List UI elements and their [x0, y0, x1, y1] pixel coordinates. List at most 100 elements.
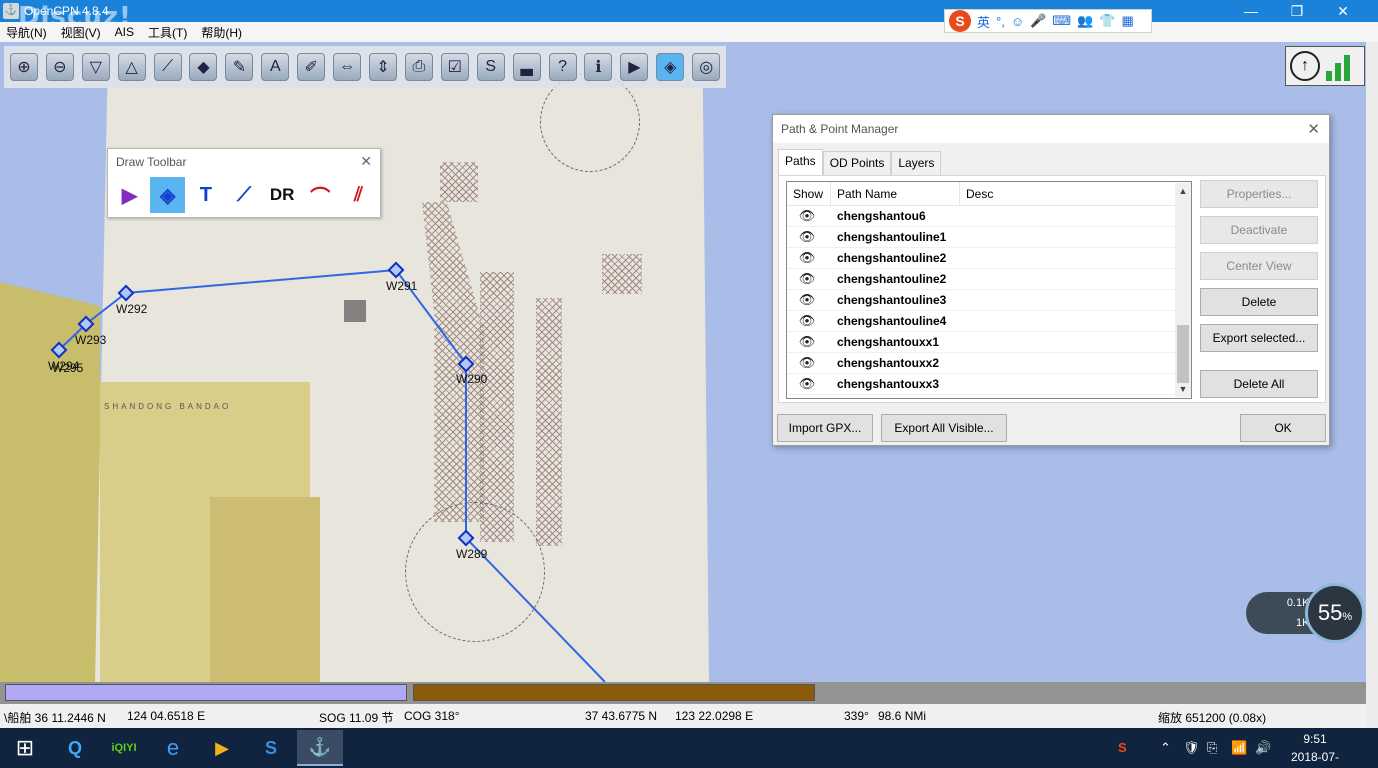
list-row[interactable]: 👁 chengshantouline1 — [787, 227, 1191, 248]
list-row[interactable]: 👁 chengshantouxx3 — [787, 374, 1191, 395]
taskbar-ie-icon[interactable]: e — [150, 730, 196, 766]
scroll-v-button[interactable]: ⇕ — [367, 50, 399, 84]
create-route-button[interactable]: ⟋ — [152, 50, 184, 84]
taskbar-search-icon[interactable]: Q — [52, 730, 98, 766]
text-button[interactable]: A — [259, 50, 291, 84]
zoom-out-button[interactable]: ⊖ — [44, 50, 76, 84]
zoom-in-button[interactable]: ⊕ — [8, 50, 40, 84]
play-button[interactable]: ▶ — [618, 50, 650, 84]
list-row[interactable]: 👁 chengshantouline2 — [787, 248, 1191, 269]
options-button[interactable]: ✎ — [223, 50, 255, 84]
guard-zone-tool-button[interactable]: ⌒ — [303, 177, 338, 213]
dr-tool-button[interactable]: DR — [265, 177, 300, 213]
status-compass[interactable]: ↑ — [1285, 46, 1365, 86]
tray-wifi-icon[interactable]: 📶 — [1231, 740, 1247, 756]
column-show[interactable]: Show — [787, 182, 831, 205]
memory-usage-ring[interactable]: 55% — [1305, 583, 1365, 643]
mark-button[interactable]: ✐ — [295, 50, 327, 84]
taskbar-player-icon[interactable]: ▶ — [199, 730, 245, 766]
taskbar-opencpn-icon[interactable]: ⚓ — [297, 730, 343, 766]
ime-menu-icon[interactable]: ▦ — [1121, 13, 1133, 29]
eye-icon[interactable]: 👁 — [787, 313, 827, 329]
delete-button[interactable]: Delete — [1200, 288, 1318, 316]
column-desc[interactable]: Desc — [960, 182, 1175, 205]
center-view-button[interactable]: Center View — [1200, 252, 1318, 280]
eye-icon[interactable]: 👁 — [787, 208, 827, 224]
list-row[interactable]: 👁 chengshantouline4 — [787, 311, 1191, 332]
ime-user-icon[interactable]: 👥 — [1077, 13, 1093, 29]
help-button[interactable]: ? — [547, 50, 579, 84]
tray-network-icon[interactable]: ⎘ — [1207, 740, 1217, 756]
ime-emoji-icon[interactable]: ☺ — [1011, 14, 1024, 29]
list-scrollbar[interactable]: ▲ ▼ — [1175, 183, 1191, 397]
eye-icon[interactable]: 👁 — [787, 355, 827, 371]
paths-list[interactable]: Show Path Name Desc 👁 chengshantou6 👁 chen… — [786, 181, 1192, 399]
menu-help[interactable]: 帮助(H) — [201, 24, 242, 41]
ime-mic-icon[interactable]: 🎤 — [1030, 13, 1046, 29]
ok-button[interactable]: OK — [1240, 414, 1326, 442]
auto-follow-button[interactable]: ◆ — [188, 50, 220, 84]
scroll-down-icon[interactable]: ▼ — [1175, 381, 1191, 397]
deactivate-button[interactable]: Deactivate — [1200, 216, 1318, 244]
eye-icon[interactable]: 👁 — [787, 376, 827, 392]
taskbar-clock[interactable]: 9:51 2018-07-29 — [1286, 730, 1344, 768]
minimize-button[interactable]: — — [1228, 0, 1274, 22]
close-button[interactable]: ✕ — [1320, 0, 1366, 22]
taskbar-sogou-icon[interactable]: S — [248, 730, 294, 766]
chart-bar-vector[interactable] — [413, 684, 815, 701]
eye-icon[interactable]: 👁 — [787, 271, 827, 287]
delete-all-button[interactable]: Delete All — [1200, 370, 1318, 398]
tab-layers[interactable]: Layers — [891, 151, 942, 175]
mob-button[interactable]: ◎ — [690, 50, 722, 84]
eye-icon[interactable]: 👁 — [787, 250, 827, 266]
od-point-tool-button[interactable]: ◈ — [150, 177, 186, 213]
scroll-h-button[interactable]: ⇔ — [331, 50, 363, 84]
export-all-visible-button[interactable]: Export All Visible... — [881, 414, 1007, 442]
ime-language[interactable]: 英 — [977, 12, 990, 31]
start-button[interactable]: ⊞ — [2, 730, 48, 766]
list-row[interactable]: 👁 chengshantouxx1 — [787, 332, 1191, 353]
eye-icon[interactable]: 👁 — [787, 334, 827, 350]
taskbar-iqiyi-icon[interactable]: iQIYI — [101, 730, 147, 766]
tray-expand-icon[interactable]: ⌃ — [1160, 740, 1171, 756]
text-point-tool-button[interactable]: T — [188, 177, 223, 213]
ime-punct-icon[interactable]: °, — [996, 14, 1005, 29]
tray-volume-icon[interactable]: 🔊 — [1255, 740, 1271, 756]
scrollbar-thumb[interactable] — [1177, 325, 1189, 383]
column-path-name[interactable]: Path Name — [831, 182, 960, 205]
scroll-up-icon[interactable]: ▲ — [1175, 183, 1191, 199]
tides-button[interactable]: ▃ — [511, 50, 543, 84]
import-gpx-button[interactable]: Import GPX... — [777, 414, 873, 442]
tracks-button[interactable]: S — [475, 50, 507, 84]
tab-od-points[interactable]: OD Points — [822, 151, 892, 175]
tab-paths[interactable]: Paths — [778, 149, 823, 175]
draw-toolbar-close-icon[interactable]: ✕ — [360, 153, 372, 170]
list-row[interactable]: 👁 chengshantouline2 — [787, 269, 1191, 290]
scale-in-button[interactable]: ▽ — [80, 50, 112, 84]
eye-icon[interactable]: 👁 — [787, 292, 827, 308]
ime-skin-icon[interactable]: 👕 — [1099, 13, 1115, 29]
scale-out-button[interactable]: △ — [116, 50, 148, 84]
list-row[interactable]: 👁 chengshantouline3 — [787, 290, 1191, 311]
boundary-tool-button[interactable]: ▶ — [112, 177, 147, 213]
draw-od-button[interactable]: ◈ — [654, 50, 686, 84]
tray-shield-icon[interactable]: 🛡 — [1183, 740, 1200, 756]
list-row[interactable]: 👁 chengshantou6 — [787, 206, 1191, 227]
menu-view[interactable]: 视图(V) — [61, 24, 101, 41]
export-selected-button[interactable]: Export selected... — [1200, 324, 1318, 352]
menu-navigate[interactable]: 导航(N) — [6, 24, 47, 41]
menu-tools[interactable]: 工具(T) — [148, 24, 187, 41]
dialog-close-icon[interactable]: ✕ — [1307, 120, 1320, 138]
print-button[interactable]: ⎙ — [403, 50, 435, 84]
parallel-index-tool-button[interactable]: ⫽ — [341, 177, 376, 213]
about-button[interactable]: ℹ — [583, 50, 615, 84]
tray-sogou-icon[interactable]: S — [1118, 740, 1127, 755]
menu-ais[interactable]: AIS — [115, 25, 134, 39]
maximize-button[interactable]: ❐ — [1274, 0, 1320, 22]
ebl-tool-button[interactable]: ⟋ — [226, 177, 261, 213]
list-row[interactable]: 👁 chengshantouxx2 — [787, 353, 1191, 374]
chart-bar-raster[interactable] — [5, 684, 407, 701]
ime-keyboard-icon[interactable]: ⌨ — [1052, 13, 1071, 29]
properties-button[interactable]: Properties... — [1200, 180, 1318, 208]
route-manager-button[interactable]: ☑ — [439, 50, 471, 84]
